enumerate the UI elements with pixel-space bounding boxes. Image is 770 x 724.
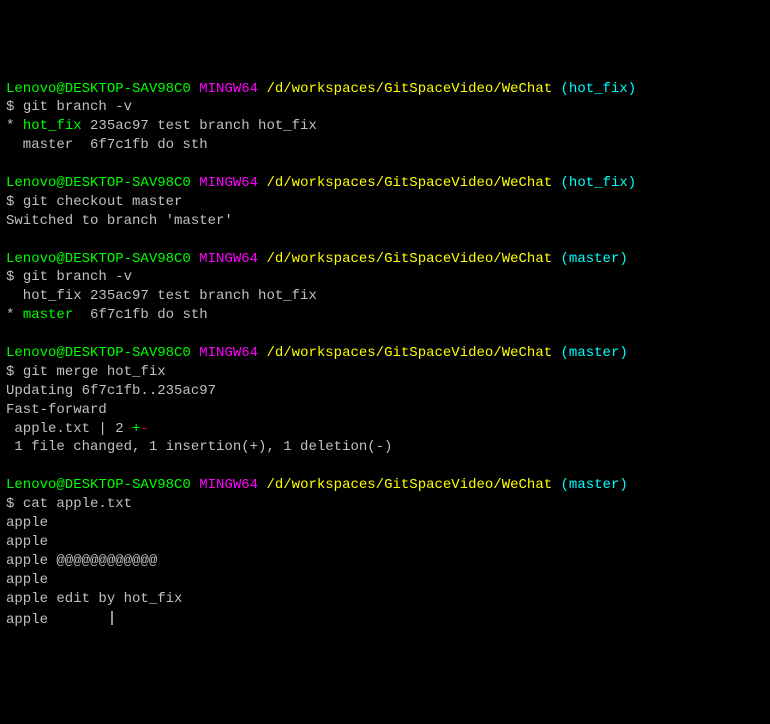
output-line: apple (6, 571, 764, 590)
prompt-branch: (master) (561, 345, 628, 361)
blank-line (6, 457, 764, 476)
prompt-branch: (hot_fix) (561, 175, 637, 191)
command-text: git checkout master (23, 194, 183, 210)
prompt-env: MINGW64 (199, 175, 258, 191)
prompt-user-host: Lenovo@DESKTOP-SAV98C0 (6, 251, 191, 267)
output-line: apple (6, 533, 764, 552)
terminal-window[interactable]: Lenovo@DESKTOP-SAV98C0 MINGW64 /d/worksp… (6, 80, 764, 630)
prompt-line: Lenovo@DESKTOP-SAV98C0 MINGW64 /d/worksp… (6, 476, 764, 495)
prompt-branch: (master) (561, 477, 628, 493)
command-line[interactable]: $ git checkout master (6, 193, 764, 212)
prompt-path: /d/workspaces/GitSpaceVideo/WeChat (266, 477, 552, 493)
prompt-env: MINGW64 (199, 251, 258, 267)
prompt-env: MINGW64 (199, 345, 258, 361)
output-line: apple (6, 609, 764, 630)
output-line: Switched to branch 'master' (6, 212, 764, 231)
prompt-line: Lenovo@DESKTOP-SAV98C0 MINGW64 /d/worksp… (6, 80, 764, 99)
prompt-user-host: Lenovo@DESKTOP-SAV98C0 (6, 81, 191, 97)
prompt-line: Lenovo@DESKTOP-SAV98C0 MINGW64 /d/worksp… (6, 344, 764, 363)
prompt-path: /d/workspaces/GitSpaceVideo/WeChat (266, 251, 552, 267)
dollar-sign: $ (6, 496, 23, 512)
prompt-path: /d/workspaces/GitSpaceVideo/WeChat (266, 175, 552, 191)
output-line: apple edit by hot_fix (6, 590, 764, 609)
prompt-user-host: Lenovo@DESKTOP-SAV98C0 (6, 175, 191, 191)
diff-stat-line: apple.txt | 2 +- (6, 420, 764, 439)
diff-minus-icon: - (140, 421, 148, 437)
output-line: apple (6, 514, 764, 533)
text-cursor (111, 611, 113, 625)
command-line[interactable]: $ git branch -v (6, 268, 764, 287)
command-text: cat apple.txt (23, 496, 132, 512)
output-line: 1 file changed, 1 insertion(+), 1 deleti… (6, 438, 764, 457)
prompt-branch: (hot_fix) (561, 81, 637, 97)
dollar-sign: $ (6, 194, 23, 210)
prompt-user-host: Lenovo@DESKTOP-SAV98C0 (6, 345, 191, 361)
command-text: git branch -v (23, 99, 132, 115)
branch-row: * hot_fix 235ac97 test branch hot_fix (6, 117, 764, 136)
current-branch-name: hot_fix (23, 118, 82, 134)
output-line: Updating 6f7c1fb..235ac97 (6, 382, 764, 401)
command-line[interactable]: $ cat apple.txt (6, 495, 764, 514)
prompt-env: MINGW64 (199, 477, 258, 493)
prompt-env: MINGW64 (199, 81, 258, 97)
blank-line (6, 155, 764, 174)
prompt-path: /d/workspaces/GitSpaceVideo/WeChat (266, 81, 552, 97)
branch-row: hot_fix 235ac97 test branch hot_fix (6, 287, 764, 306)
branch-info: 235ac97 test branch hot_fix (82, 118, 317, 134)
command-text: git branch -v (23, 269, 132, 285)
blank-line (6, 325, 764, 344)
dollar-sign: $ (6, 364, 23, 380)
command-text: git merge hot_fix (23, 364, 166, 380)
blank-line (6, 231, 764, 250)
prompt-line: Lenovo@DESKTOP-SAV98C0 MINGW64 /d/worksp… (6, 250, 764, 269)
prompt-path: /d/workspaces/GitSpaceVideo/WeChat (266, 345, 552, 361)
branch-row: * master 6f7c1fb do sth (6, 306, 764, 325)
current-branch-name: master (23, 307, 82, 323)
command-line[interactable]: $ git merge hot_fix (6, 363, 764, 382)
branch-row: master 6f7c1fb do sth (6, 136, 764, 155)
output-line: Fast-forward (6, 401, 764, 420)
output-line: apple @@@@@@@@@@@@ (6, 552, 764, 571)
prompt-line: Lenovo@DESKTOP-SAV98C0 MINGW64 /d/worksp… (6, 174, 764, 193)
dollar-sign: $ (6, 269, 23, 285)
branch-info: 6f7c1fb do sth (82, 307, 208, 323)
dollar-sign: $ (6, 99, 23, 115)
prompt-user-host: Lenovo@DESKTOP-SAV98C0 (6, 477, 191, 493)
command-line[interactable]: $ git branch -v (6, 98, 764, 117)
prompt-branch: (master) (561, 251, 628, 267)
